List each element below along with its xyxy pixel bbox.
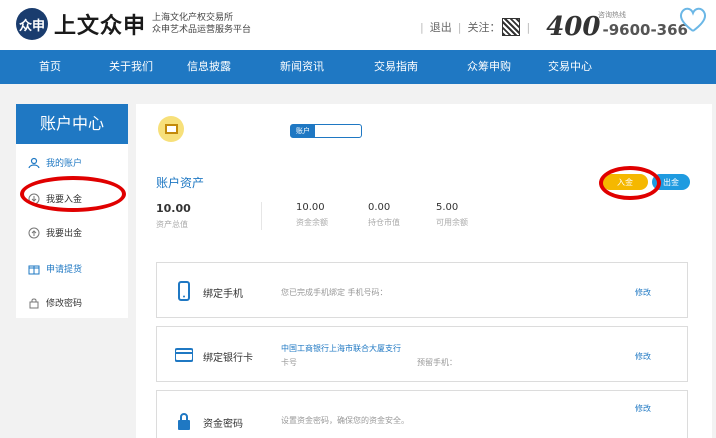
nav-disclosure[interactable]: 信息披露 <box>162 50 256 84</box>
nav-guide[interactable]: 交易指南 <box>348 50 444 84</box>
sidebar-item-withdraw[interactable]: 我要出金 <box>28 226 82 239</box>
nav-crowdfunding[interactable]: 众筹申购 <box>444 50 534 84</box>
sidebar-item-pickup[interactable]: 申请提货 <box>28 262 82 275</box>
stat-label: 资产总值 <box>156 220 188 229</box>
logo-icon: 众申 <box>16 8 48 40</box>
bank-name: 中国工商银行上海市联合大厦支行 <box>281 344 401 353</box>
wallet-icon <box>164 124 178 134</box>
site-header: 众申 上文众申 上海文化产权交易所 众申艺术品运营服务平台 | 退出 | 关注：… <box>0 0 716 50</box>
stat-total-assets: 10.00 资产总值 <box>156 202 191 230</box>
reserved-phone-label: 预留手机： <box>417 358 457 367</box>
card-title: 绑定银行卡 <box>203 353 253 364</box>
highlight-ring-deposit-button <box>599 166 661 200</box>
stat-label: 资金余额 <box>296 218 328 227</box>
sidebar-item-my-account[interactable]: 我的账户 <box>28 156 82 169</box>
nav-trading-center[interactable]: 交易中心 <box>534 50 606 84</box>
stat-label: 可用余额 <box>436 218 468 227</box>
divider: | <box>420 20 424 34</box>
nav-about[interactable]: 关于我们 <box>100 50 162 84</box>
follow-label: 关注： <box>467 21 501 34</box>
account-id-box: 账户 <box>290 124 362 138</box>
brand-sub-line-2: 众申艺术品运营服务平台 <box>152 25 252 35</box>
arrow-up-circle-icon <box>28 227 40 238</box>
avatar[interactable] <box>158 116 184 142</box>
phone-icon <box>178 281 190 301</box>
main-nav: 首页 关于我们 信息披露 新闻资讯 交易指南 众筹申购 交易中心 <box>0 50 716 84</box>
stat-position-value: 0.00 持仓市值 <box>368 202 400 228</box>
site-logo[interactable]: 众申 上文众申 上海文化产权交易所 众申艺术品运营服务平台 <box>16 8 251 40</box>
hotline-prefix: 400 <box>546 12 601 42</box>
sidebar-item-label: 修改密码 <box>46 299 83 309</box>
card-description: 设置资金密码，确保您的资金安全。 <box>281 416 409 425</box>
stat-value: 10.00 <box>296 202 325 213</box>
highlight-ring-deposit <box>20 176 126 212</box>
hotline-number: -9600-366 <box>602 21 688 39</box>
card-description: 您已完成手机绑定 手机号码： <box>281 288 388 297</box>
brand-name: 上文众申 <box>54 14 147 39</box>
account-main-panel: 账户 账户资产 入金 出金 10.00 资产总值 10.00 资金余额 0.00… <box>136 104 712 438</box>
sidebar-item-label: 我要出金 <box>46 229 83 239</box>
divider: | <box>526 20 531 34</box>
card-number-label: 卡号 <box>281 358 297 367</box>
assets-title: 账户资产 <box>156 176 205 190</box>
fund-password-card: 资金密码 设置资金密码，确保您的资金安全。 修改 <box>156 390 688 438</box>
edit-bank-link[interactable]: 修改 <box>635 351 651 362</box>
edit-password-link[interactable]: 修改 <box>635 403 651 414</box>
stat-available-balance: 5.00 可用余额 <box>436 202 468 228</box>
card-title: 资金密码 <box>203 419 243 430</box>
lock-icon <box>29 298 39 308</box>
heart-icon <box>679 7 707 32</box>
sidebar-item-change-password[interactable]: 修改密码 <box>28 296 82 309</box>
sidebar-title: 账户中心 <box>16 104 128 144</box>
card-title: 绑定手机 <box>203 289 243 300</box>
header-actions: | 退出 | 关注： | 400 -9600-366 咨询热线 <box>414 7 707 42</box>
hotline: 400 -9600-366 咨询热线 <box>546 7 707 42</box>
account-label: 账户 <box>291 125 315 137</box>
divider: | <box>457 20 462 34</box>
nav-news[interactable]: 新闻资讯 <box>256 50 348 84</box>
stat-cash-balance: 10.00 资金余额 <box>296 202 328 228</box>
lock-icon <box>178 413 190 430</box>
edit-phone-link[interactable]: 修改 <box>635 287 651 298</box>
sidebar-item-label: 我的账户 <box>46 159 83 169</box>
package-icon <box>28 265 40 274</box>
bind-phone-card: 绑定手机 您已完成手机绑定 手机号码： 修改 <box>156 262 688 318</box>
stat-label: 持仓市值 <box>368 218 400 227</box>
bind-bank-card: 绑定银行卡 中国工商银行上海市联合大厦支行 卡号 预留手机： 修改 <box>156 326 688 382</box>
stat-value: 0.00 <box>368 202 391 213</box>
logout-link[interactable]: 退出 <box>430 19 452 35</box>
brand-subtitle: 上海文化产权交易所 众申艺术品运营服务平台 <box>152 12 251 36</box>
sidebar-item-label: 申请提货 <box>46 265 83 275</box>
hotline-label: 咨询热线 <box>598 11 626 19</box>
divider <box>261 202 262 230</box>
user-icon <box>28 157 40 168</box>
bank-card-icon <box>175 348 193 362</box>
nav-home[interactable]: 首页 <box>0 50 100 84</box>
brand-sub-line-1: 上海文化产权交易所 <box>152 13 234 23</box>
stat-value: 5.00 <box>436 202 459 213</box>
qr-code-icon[interactable] <box>502 18 521 36</box>
stat-value: 10.00 <box>156 202 191 215</box>
